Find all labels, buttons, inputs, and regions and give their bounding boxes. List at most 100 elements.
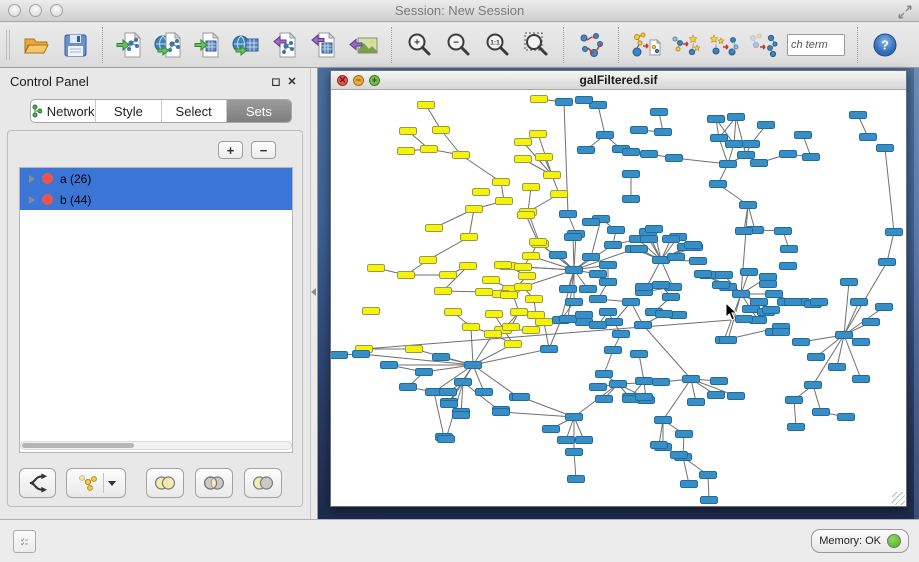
network-node-selected[interactable] [503, 324, 520, 331]
network-edge[interactable] [639, 354, 644, 381]
difference-sets-button[interactable] [244, 468, 282, 498]
network-edge[interactable] [461, 155, 501, 182]
network-node[interactable] [813, 409, 830, 416]
network-node-selected[interactable] [461, 234, 478, 241]
network-node[interactable] [641, 151, 658, 158]
network-node[interactable] [646, 226, 663, 233]
network-node[interactable] [623, 149, 640, 156]
network-edge[interactable] [526, 215, 538, 242]
network-node-selected[interactable] [445, 309, 462, 316]
network-node[interactable] [751, 299, 768, 306]
network-node[interactable] [560, 316, 577, 323]
export-image-button[interactable] [349, 29, 379, 61]
network-node[interactable] [766, 291, 783, 298]
split-set-button[interactable] [19, 468, 56, 498]
network-node[interactable] [683, 376, 700, 383]
network-node-selected[interactable] [435, 288, 452, 295]
network-node-selected[interactable] [363, 308, 380, 315]
network-node[interactable] [700, 472, 717, 479]
network-node-selected[interactable] [495, 262, 512, 269]
network-edge[interactable] [734, 117, 736, 144]
network-node[interactable] [465, 362, 482, 369]
network-node[interactable] [631, 351, 648, 358]
network-node-selected[interactable] [368, 265, 385, 272]
network-node[interactable] [708, 392, 725, 399]
network-node-selected[interactable] [515, 264, 532, 271]
network-node[interactable] [576, 437, 593, 444]
collapse-panel-icon[interactable] [311, 288, 316, 296]
network-node[interactable] [793, 339, 810, 346]
network-node[interactable] [606, 319, 623, 326]
list-item-set-a[interactable]: a (26) [20, 168, 292, 189]
network-node[interactable] [720, 337, 737, 344]
network-node[interactable] [713, 282, 730, 289]
network-node[interactable] [560, 211, 577, 218]
network-node[interactable] [811, 299, 828, 306]
network-node[interactable] [416, 369, 433, 376]
network-node[interactable] [541, 346, 558, 353]
network-node-selected[interactable] [536, 154, 553, 161]
close-view-button[interactable]: ✕ [337, 75, 348, 86]
remove-set-button[interactable]: − [251, 141, 276, 159]
fullscreen-icon[interactable] [897, 4, 913, 20]
network-node[interactable] [623, 171, 640, 178]
network-node[interactable] [743, 306, 760, 313]
network-node[interactable] [651, 109, 668, 116]
network-node-selected[interactable] [536, 319, 553, 326]
network-node[interactable] [775, 228, 792, 235]
import-table-file-button[interactable] [193, 29, 223, 61]
open-session-button[interactable] [21, 29, 51, 61]
new-network-selected-nodes-all-edges-button[interactable] [709, 29, 739, 61]
network-node-selected[interactable] [433, 127, 450, 134]
network-node[interactable] [596, 371, 613, 378]
panel-splitter[interactable] [310, 68, 318, 519]
network-node[interactable] [433, 354, 450, 361]
network-node[interactable] [726, 141, 743, 148]
network-node[interactable] [663, 294, 680, 301]
network-edge[interactable] [643, 325, 691, 379]
network-node[interactable] [590, 296, 607, 303]
network-node[interactable] [785, 299, 802, 306]
network-edge[interactable] [813, 385, 821, 412]
zoom-actual-size-button[interactable]: 1:1 [482, 29, 512, 61]
save-session-button[interactable] [60, 29, 90, 61]
toolbar-drag-handle[interactable] [6, 30, 10, 60]
network-edge[interactable] [794, 400, 796, 427]
network-node[interactable] [636, 378, 653, 385]
network-node[interactable] [558, 437, 575, 444]
network-node[interactable] [476, 389, 493, 396]
tab-select[interactable]: Select [162, 100, 227, 122]
network-node-selected[interactable] [400, 128, 417, 135]
network-node[interactable] [741, 269, 758, 276]
network-node[interactable] [641, 236, 658, 243]
network-node[interactable] [688, 399, 705, 406]
network-window-titlebar[interactable]: ✕ − + galFiltered.sif [331, 71, 906, 90]
network-node[interactable] [556, 99, 573, 106]
close-window-button[interactable] [8, 4, 21, 17]
network-node[interactable] [851, 299, 868, 306]
network-node[interactable] [560, 286, 577, 293]
network-node-selected[interactable] [515, 156, 532, 163]
network-node[interactable] [738, 152, 755, 159]
network-node[interactable] [853, 376, 870, 383]
network-node[interactable] [850, 112, 867, 119]
network-node[interactable] [636, 394, 653, 401]
network-edge[interactable] [574, 452, 576, 479]
network-node[interactable] [685, 242, 702, 249]
tab-network[interactable]: Network [31, 100, 96, 122]
network-node[interactable] [600, 262, 617, 269]
network-node[interactable] [773, 329, 790, 336]
network-node[interactable] [701, 497, 718, 504]
new-network-selected-nodes-selected-edges-button[interactable] [670, 29, 700, 61]
network-node[interactable] [566, 449, 583, 456]
search-input[interactable] [787, 34, 845, 56]
network-edge[interactable] [361, 354, 473, 365]
network-node-selected[interactable] [420, 257, 437, 264]
network-node[interactable] [668, 254, 685, 261]
export-network-button[interactable] [271, 29, 301, 61]
network-node[interactable] [353, 351, 370, 358]
minimize-window-button[interactable] [29, 4, 42, 17]
network-node[interactable] [695, 271, 712, 278]
network-node[interactable] [653, 257, 670, 264]
network-node[interactable] [663, 236, 680, 243]
